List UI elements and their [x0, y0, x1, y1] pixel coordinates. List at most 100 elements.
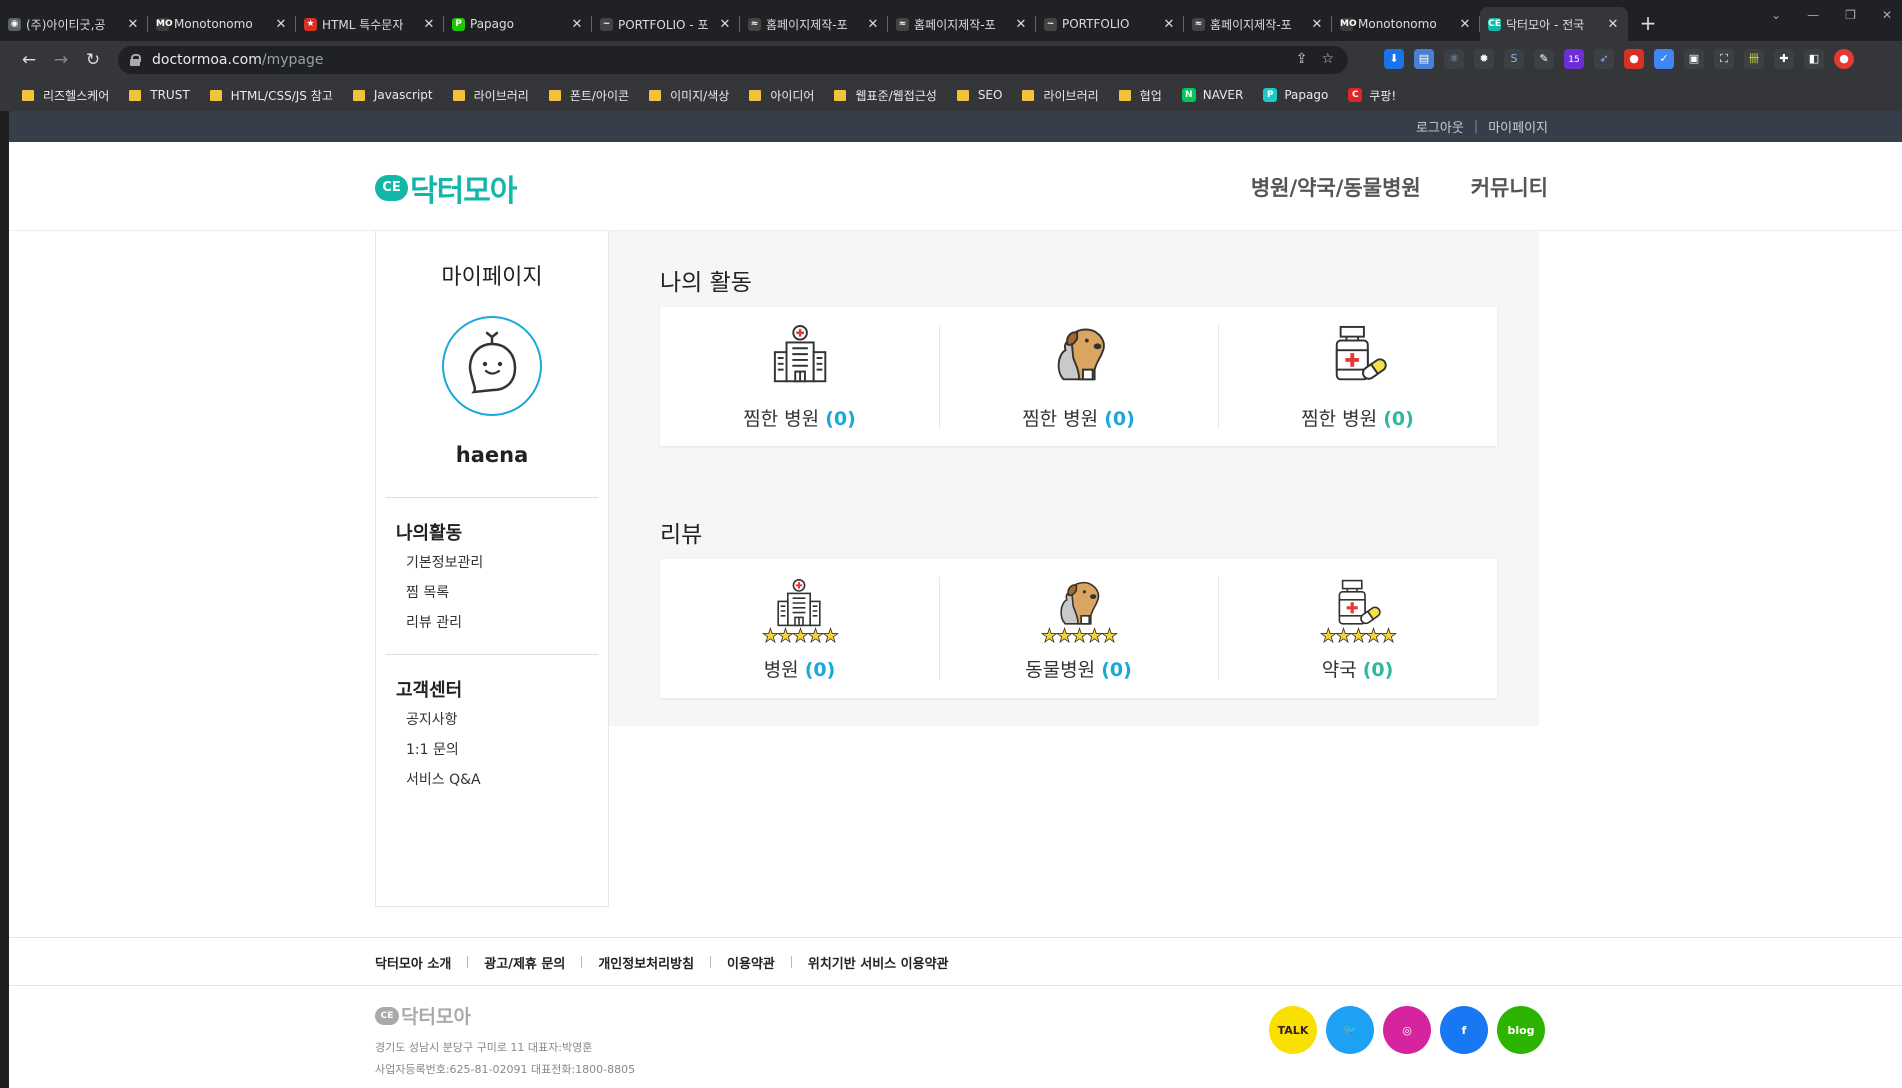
bookmark-item[interactable]: Javascript	[352, 88, 433, 102]
back-icon[interactable]: ←	[18, 49, 40, 71]
sidebar-item-notice[interactable]: 공지사항	[406, 709, 458, 729]
close-tab-icon[interactable]: ✕	[422, 17, 436, 32]
bookmark-item[interactable]: 라이브러리	[1022, 87, 1099, 104]
bookmark-item[interactable]: TRUST	[129, 88, 190, 102]
bookmark-item[interactable]: 리즈헬스케어	[22, 87, 109, 104]
pet-dog-cat-icon	[1054, 579, 1102, 631]
browser-tab[interactable]: ~ PORTFOLIO ✕	[1036, 7, 1184, 41]
rocket-extension-icon[interactable]: ➶	[1594, 49, 1614, 69]
react-devtools-icon[interactable]: ⚛	[1444, 49, 1464, 69]
lock-icon[interactable]	[130, 54, 141, 66]
address-bar[interactable]: doctormoa.com/mypage ⇪ ☆	[118, 46, 1348, 74]
browser-tab[interactable]: MO Monotonomo ✕	[148, 7, 296, 41]
puzzle-extensions-icon[interactable]: ✚	[1774, 49, 1794, 69]
close-tab-icon[interactable]: ✕	[1014, 17, 1028, 32]
kakaotalk-icon[interactable]: TALK	[1269, 1006, 1317, 1054]
bookmark-item[interactable]: 라이브러리	[452, 87, 529, 104]
instagram-icon[interactable]: ◎	[1383, 1006, 1431, 1054]
forward-icon[interactable]: →	[50, 49, 72, 71]
close-tab-icon[interactable]: ✕	[718, 17, 732, 32]
docs-extension-icon[interactable]: ▤	[1414, 49, 1434, 69]
capture-extension-icon[interactable]: ⛶	[1714, 49, 1734, 69]
bookmark-item[interactable]: N NAVER	[1181, 88, 1243, 102]
facebook-icon[interactable]: f	[1440, 1006, 1488, 1054]
username: haena	[455, 443, 529, 467]
browser-tab[interactable]: ≈ 홈페이지제작-포 ✕	[740, 7, 888, 41]
footer-link[interactable]: 광고/제휴 문의	[468, 953, 581, 972]
camera-extension-icon[interactable]: ▣	[1684, 49, 1704, 69]
footer-link[interactable]: 개인정보처리방침	[582, 953, 710, 972]
pen-extension-icon[interactable]: ✎	[1534, 49, 1554, 69]
browser-tab[interactable]: P Papago ✕	[444, 7, 592, 41]
settings-extension-icon[interactable]: ✹	[1474, 49, 1494, 69]
browser-tab[interactable]: ≈ 홈페이지제작-포 ✕	[888, 7, 1036, 41]
sidebar-item-inquiry[interactable]: 1:1 문의	[406, 739, 459, 759]
close-window-icon[interactable]: ✕	[1882, 8, 1892, 22]
share-icon[interactable]: ⇪	[1296, 51, 1308, 67]
bookmark-item[interactable]: SEO	[956, 88, 1002, 102]
minimize-icon[interactable]: —	[1807, 8, 1819, 22]
review-cell[interactable]: ★★★★★ 동물병원 (0)	[939, 559, 1218, 698]
ruler-extension-icon[interactable]: 卌	[1744, 49, 1764, 69]
avatar[interactable]	[442, 316, 542, 416]
tab-search-icon[interactable]: ⌄	[1771, 8, 1781, 22]
mo-logo-icon: MO	[156, 18, 173, 31]
sidebar-item-reviews[interactable]: 리뷰 관리	[406, 612, 462, 632]
close-tab-icon[interactable]: ✕	[1606, 17, 1620, 32]
nav-community[interactable]: 커뮤니티	[1471, 172, 1548, 202]
review-cell[interactable]: ★★★★★ 병원 (0)	[660, 559, 939, 698]
reload-icon[interactable]: ↻	[82, 49, 104, 71]
close-tab-icon[interactable]: ✕	[866, 17, 880, 32]
close-tab-icon[interactable]: ✕	[1458, 17, 1472, 32]
restore-icon[interactable]: ❐	[1845, 8, 1856, 22]
bookmark-item[interactable]: C 쿠팡!	[1348, 87, 1396, 104]
profile-avatar-icon[interactable]: ●	[1834, 49, 1854, 69]
footer-link[interactable]: 이용약관	[711, 953, 791, 972]
sidepanel-icon[interactable]: ◧	[1804, 49, 1824, 69]
sidebar-item-qna[interactable]: 서비스 Q&A	[406, 769, 481, 789]
bookmark-item[interactable]: HTML/CSS/JS 참고	[209, 87, 333, 104]
review-cell[interactable]: ★★★★★ 약국 (0)	[1218, 559, 1497, 698]
browser-tab[interactable]: ◉ (주)아이티굿,공 ✕	[0, 7, 148, 41]
close-tab-icon[interactable]: ✕	[1310, 17, 1324, 32]
footer-link[interactable]: 닥터모아 소개	[375, 953, 467, 972]
bookmark-item[interactable]: 협업	[1118, 87, 1162, 104]
footer-link[interactable]: 위치기반 서비스 이용약관	[792, 953, 965, 972]
twitter-icon[interactable]: 🐦	[1326, 1006, 1374, 1054]
bookmark-item[interactable]: 이미지/색상	[649, 87, 729, 104]
tab-title: 홈페이지제작-포	[914, 17, 996, 32]
browser-tab[interactable]: CE 닥터모아 - 전국 ✕	[1480, 7, 1628, 41]
blog-icon[interactable]: blog	[1497, 1006, 1545, 1054]
new-tab-button[interactable]: +	[1634, 7, 1662, 41]
download-extension-icon[interactable]: ⬇	[1384, 49, 1404, 69]
nav-hospital-pharmacy[interactable]: 병원/약국/동물병원	[1251, 172, 1421, 202]
bookmark-item[interactable]: 폰트/아이콘	[548, 87, 629, 104]
browser-tab[interactable]: MO Monotonomo ✕	[1332, 7, 1480, 41]
activity-cell[interactable]: 찜한 병원 (0)	[939, 307, 1218, 446]
activity-cell[interactable]: 찜한 병원 (0)	[660, 307, 939, 446]
tab-title: 닥터모아 - 전국	[1506, 17, 1585, 32]
record-extension-icon[interactable]: ●	[1624, 49, 1644, 69]
site-logo[interactable]: CE 닥터모아	[375, 166, 517, 210]
logout-link[interactable]: 로그아웃	[1416, 117, 1464, 136]
browser-tab[interactable]: ~ PORTFOLIO - 포 ✕	[592, 7, 740, 41]
bookmark-item[interactable]: 웹표준/웹접근성	[834, 87, 937, 104]
sidebar-item-favorites[interactable]: 찜 목록	[406, 582, 449, 602]
badge-extension-icon[interactable]: 15	[1564, 49, 1584, 69]
close-tab-icon[interactable]: ✕	[126, 17, 140, 32]
check-extension-icon[interactable]: ✓	[1654, 49, 1674, 69]
close-tab-icon[interactable]: ✕	[274, 17, 288, 32]
activity-cell[interactable]: 찜한 병원 (0)	[1218, 307, 1497, 446]
sidebar-item-profile[interactable]: 기본정보관리	[406, 552, 483, 572]
close-tab-icon[interactable]: ✕	[570, 17, 584, 32]
bookmark-item[interactable]: 아이디어	[749, 87, 814, 104]
bookmark-item[interactable]: P Papago	[1263, 88, 1328, 102]
bookmark-star-icon[interactable]: ☆	[1321, 51, 1334, 67]
face-icon	[468, 331, 517, 394]
site-icon: ≈	[896, 18, 909, 31]
s-extension-icon[interactable]: S	[1504, 49, 1524, 69]
mypage-link[interactable]: 마이페이지	[1488, 117, 1548, 136]
browser-tab[interactable]: ≈ 홈페이지제작-포 ✕	[1184, 7, 1332, 41]
browser-tab[interactable]: ★ HTML 특수문자 ✕	[296, 7, 444, 41]
close-tab-icon[interactable]: ✕	[1162, 17, 1176, 32]
